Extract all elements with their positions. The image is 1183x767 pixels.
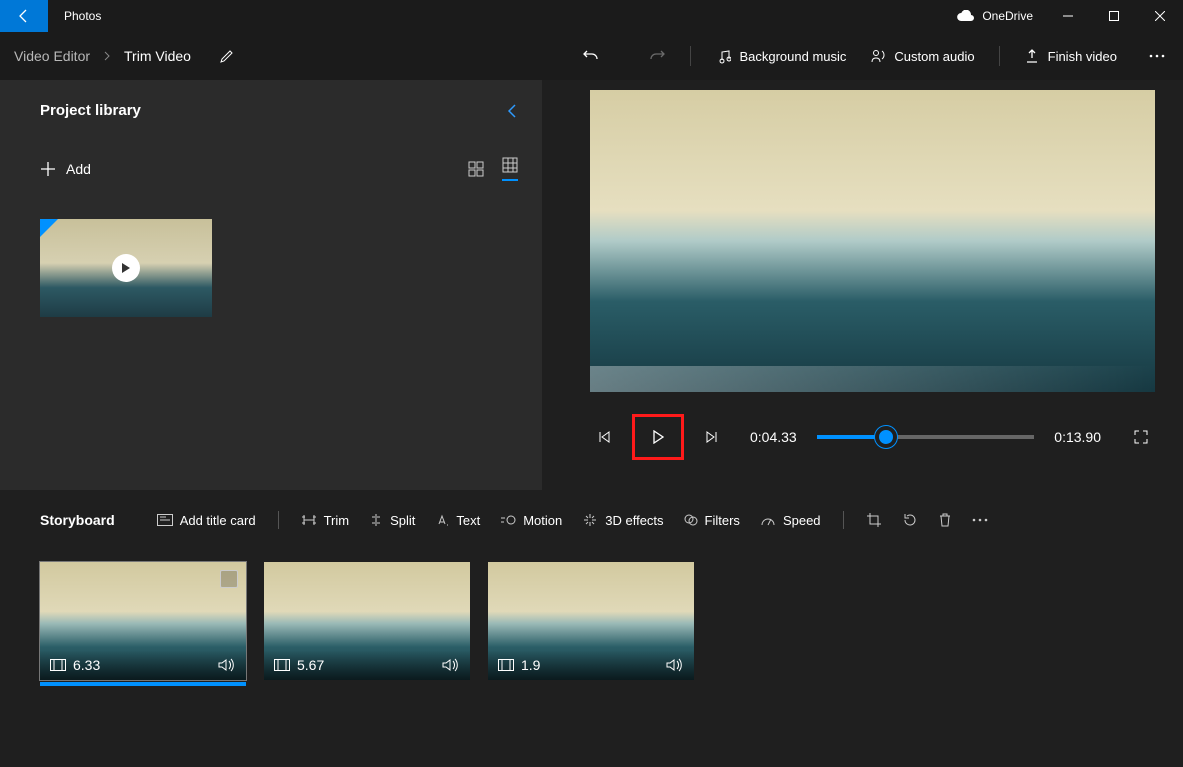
breadcrumb-root[interactable]: Video Editor <box>10 44 94 68</box>
app-name: Photos <box>64 9 101 23</box>
storyboard-more-button[interactable] <box>968 514 992 526</box>
grid-small-view-button[interactable] <box>502 157 518 181</box>
project-library-panel: Project library Add <box>0 80 542 490</box>
used-indicator-icon <box>40 219 58 237</box>
film-icon <box>274 659 290 671</box>
film-icon <box>498 659 514 671</box>
minimize-button[interactable] <box>1045 0 1091 32</box>
redo-icon <box>648 47 666 65</box>
clip-duration: 1.9 <box>521 657 540 673</box>
storyboard-title: Storyboard <box>40 512 115 528</box>
title-card-icon <box>157 514 173 526</box>
rotate-button[interactable] <box>898 508 922 532</box>
crop-icon <box>866 512 882 528</box>
rename-button[interactable] <box>211 42 243 70</box>
minimize-icon <box>1063 11 1073 21</box>
volume-icon[interactable] <box>666 658 684 672</box>
back-button[interactable] <box>0 0 48 32</box>
grid-2x2-icon <box>468 161 484 177</box>
storyboard-clip[interactable]: 1.9 <box>488 562 694 680</box>
text-button[interactable]: Text <box>431 509 484 532</box>
motion-button[interactable]: Motion <box>496 509 566 532</box>
speed-button[interactable]: Speed <box>756 509 825 532</box>
storyboard-panel: Storyboard Add title card Trim Split Tex… <box>0 490 1183 680</box>
maximize-icon <box>1109 11 1119 21</box>
step-forward-icon <box>705 430 719 444</box>
volume-icon[interactable] <box>442 658 460 672</box>
filters-icon <box>684 513 698 527</box>
play-button[interactable] <box>632 414 684 460</box>
redo-button[interactable] <box>640 41 674 71</box>
command-bar: Video Editor Trim Video Background music… <box>0 32 1183 80</box>
person-audio-icon <box>870 48 886 64</box>
title-bar: Photos OneDrive <box>0 0 1183 32</box>
trim-icon <box>301 513 317 527</box>
add-media-button[interactable]: Add <box>40 161 91 177</box>
ellipsis-icon <box>1149 54 1165 58</box>
speed-icon <box>760 513 776 527</box>
maximize-button[interactable] <box>1091 0 1137 32</box>
chevron-left-icon <box>506 103 518 119</box>
export-icon <box>1024 48 1040 64</box>
add-title-card-button[interactable]: Add title card <box>153 509 260 532</box>
sparkle-icon <box>582 512 598 528</box>
prev-frame-button[interactable] <box>590 423 618 451</box>
total-time: 0:13.90 <box>1054 429 1101 445</box>
clip-duration: 6.33 <box>73 657 100 673</box>
cloud-icon <box>956 10 974 22</box>
thumbnail-play-icon <box>112 254 140 282</box>
clip-checkbox[interactable] <box>220 570 238 588</box>
delete-button[interactable] <box>934 508 956 532</box>
finish-video-button[interactable]: Finish video <box>1016 42 1125 70</box>
close-icon <box>1155 11 1165 21</box>
custom-audio-button[interactable]: Custom audio <box>862 42 982 70</box>
chevron-right-icon <box>102 51 112 61</box>
undo-icon <box>582 47 600 65</box>
more-button[interactable] <box>1141 48 1173 64</box>
video-preview[interactable] <box>590 90 1155 392</box>
trim-button[interactable]: Trim <box>297 509 354 532</box>
expand-icon <box>1133 429 1149 445</box>
collapse-library-button[interactable] <box>506 103 518 119</box>
close-button[interactable] <box>1137 0 1183 32</box>
split-button[interactable]: Split <box>365 509 419 532</box>
next-frame-button[interactable] <box>698 423 726 451</box>
grid-large-view-button[interactable] <box>468 161 484 177</box>
ellipsis-icon <box>972 518 988 522</box>
split-icon <box>369 513 383 527</box>
pencil-icon <box>219 48 235 64</box>
clip-duration: 5.67 <box>297 657 324 673</box>
playback-controls: 0:04.33 0:13.90 <box>590 414 1155 460</box>
library-title: Project library <box>40 102 141 119</box>
3d-effects-button[interactable]: 3D effects <box>578 508 667 532</box>
play-icon <box>652 430 664 444</box>
current-time: 0:04.33 <box>750 429 797 445</box>
undo-button[interactable] <box>574 41 608 71</box>
fullscreen-button[interactable] <box>1127 423 1155 451</box>
motion-icon <box>500 513 516 527</box>
storyboard-clip[interactable]: 5.67 <box>264 562 470 680</box>
onedrive-status[interactable]: OneDrive <box>956 9 1033 23</box>
breadcrumb-current: Trim Video <box>120 44 195 68</box>
music-icon <box>715 48 731 64</box>
preview-panel: 0:04.33 0:13.90 <box>542 80 1183 490</box>
crop-button[interactable] <box>862 508 886 532</box>
arrow-left-icon <box>16 8 32 24</box>
volume-icon[interactable] <box>218 658 236 672</box>
text-icon <box>435 513 449 527</box>
film-icon <box>50 659 66 671</box>
filters-button[interactable]: Filters <box>680 509 744 532</box>
trash-icon <box>938 512 952 528</box>
library-media-item[interactable] <box>40 219 212 317</box>
rotate-icon <box>902 512 918 528</box>
grid-3x3-icon <box>502 157 518 173</box>
step-back-icon <box>597 430 611 444</box>
plus-icon <box>40 161 56 177</box>
storyboard-clip[interactable]: 6.33 <box>40 562 246 680</box>
seek-slider[interactable] <box>817 435 1035 439</box>
background-music-button[interactable]: Background music <box>707 42 854 70</box>
